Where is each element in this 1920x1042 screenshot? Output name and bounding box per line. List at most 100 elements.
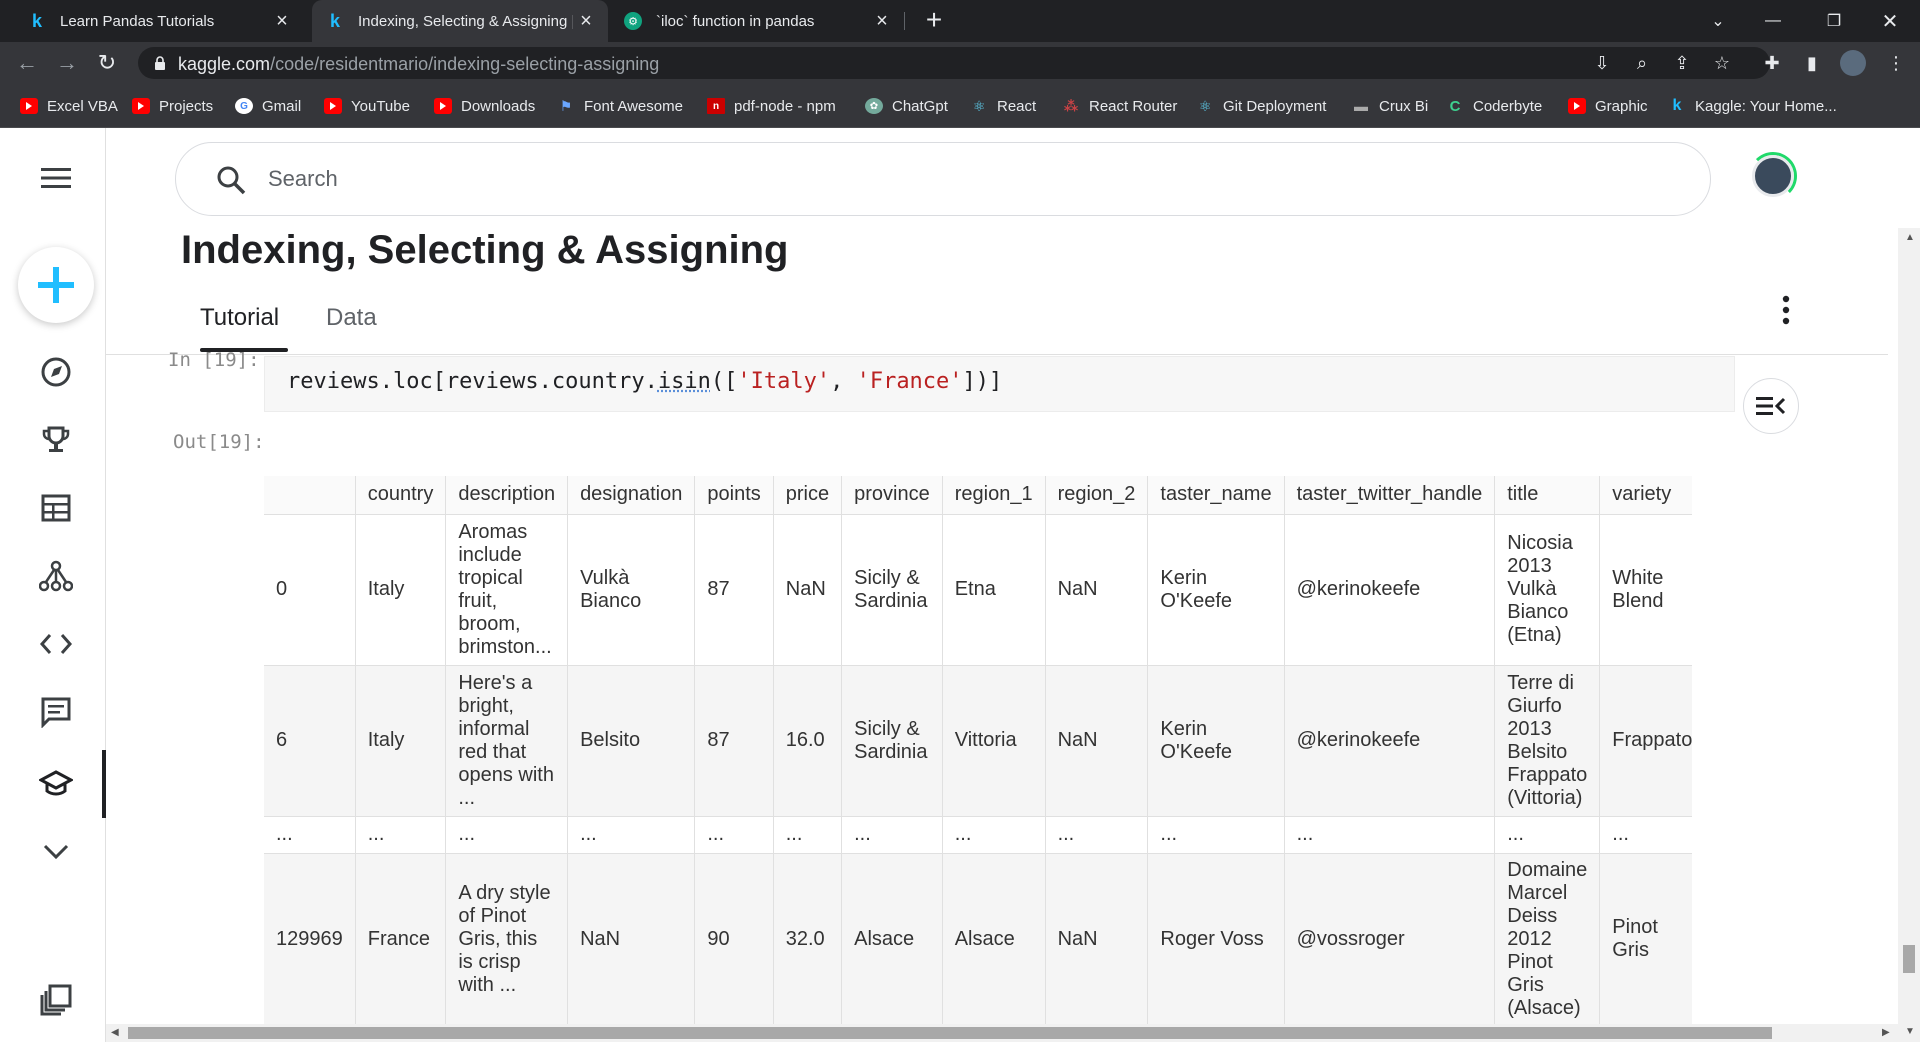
coderbyte-icon: C: [1449, 97, 1461, 115]
bookmark-youtube[interactable]: YouTube: [324, 96, 410, 116]
table-cell: Italy: [355, 514, 447, 666]
profile-avatar[interactable]: [1840, 50, 1866, 76]
reload-icon[interactable]: ↻: [94, 50, 120, 76]
bookmark-react[interactable]: ⚛ React: [970, 96, 1036, 116]
bookmark-star-icon[interactable]: ☆: [1710, 51, 1734, 75]
learn-graduation-cap-icon[interactable]: [34, 762, 78, 806]
vertical-scrollbar[interactable]: ▲ ▼: [1898, 228, 1920, 1042]
close-tab-icon[interactable]: ×: [272, 11, 292, 31]
table-cell: Aromas include tropical fruit, broom, br…: [445, 514, 569, 666]
plus-icon: [38, 267, 74, 303]
table-cell: A dry style of Pinot Gris, this is crisp…: [445, 853, 569, 1024]
models-icon[interactable]: [34, 554, 78, 598]
bookmark-crux-bi[interactable]: ▬ Crux Bi: [1352, 96, 1428, 116]
tab-data[interactable]: Data: [326, 304, 377, 332]
npm-icon: n: [707, 98, 725, 114]
minimize-icon[interactable]: —: [1745, 0, 1801, 42]
bookmark-react-router[interactable]: ⁂ React Router: [1062, 96, 1178, 116]
tab-label: Learn Pandas Tutorials: [60, 12, 215, 30]
user-avatar[interactable]: [1752, 155, 1794, 197]
bookmark-pdf-node[interactable]: n pdf-node - npm: [707, 96, 836, 116]
table-cell: 87: [694, 514, 774, 666]
new-tab-icon[interactable]: +: [921, 6, 947, 34]
trophy-icon[interactable]: [34, 418, 78, 462]
search-input[interactable]: [268, 161, 1568, 197]
bookmark-git-deployment[interactable]: ⚛ Git Deployment: [1196, 96, 1327, 116]
youtube-icon: [132, 98, 150, 114]
scroll-up-arrow-icon[interactable]: ▲: [1905, 232, 1915, 243]
kaggle-favicon-icon: k: [31, 10, 42, 31]
bookmark-kaggle[interactable]: k Kaggle: Your Home...: [1668, 96, 1837, 116]
menu-kebab-icon[interactable]: ⋮: [1884, 51, 1908, 75]
bookmark-graphic[interactable]: Graphic: [1568, 96, 1648, 116]
bookmark-excel-vba[interactable]: Excel VBA: [20, 96, 118, 116]
table-cell: @kerinokeefe: [1284, 514, 1496, 666]
scroll-left-arrow-icon[interactable]: ◀: [111, 1027, 119, 1038]
back-icon[interactable]: ←: [14, 50, 40, 76]
scroll-down-arrow-icon[interactable]: ▼: [1905, 1026, 1915, 1037]
chevron-down-icon[interactable]: [34, 830, 78, 874]
share-icon[interactable]: ⇪: [1670, 51, 1694, 75]
table-of-contents-button[interactable]: [1743, 378, 1799, 434]
chatgpt-icon: ✿: [865, 98, 883, 114]
table-cell: ...: [694, 816, 774, 854]
horizontal-scrollbar[interactable]: ◀ ▶: [106, 1024, 1898, 1042]
crux-icon: ▬: [1354, 98, 1368, 114]
close-tab-icon[interactable]: ×: [872, 11, 892, 31]
table-row: 129969 France A dry style of Pinot Gris,…: [264, 853, 1692, 1024]
bookmark-coderbyte[interactable]: C Coderbyte: [1446, 96, 1543, 116]
search-icon: [217, 166, 246, 195]
table-cell: ...: [264, 816, 356, 854]
close-tab-icon[interactable]: ×: [576, 11, 596, 31]
bookmark-downloads[interactable]: Downloads: [434, 96, 535, 116]
close-window-icon[interactable]: ✕: [1862, 0, 1918, 42]
address-bar[interactable]: kaggle.com/code/residentmario/indexing-s…: [138, 47, 1770, 79]
code-icon[interactable]: [34, 622, 78, 666]
restore-icon[interactable]: ❐: [1806, 0, 1862, 42]
column-header: designation: [567, 476, 696, 515]
dataframe-output: country description designation points p…: [264, 476, 1692, 1024]
bookmark-chatgpt[interactable]: ✿ ChatGpt: [865, 96, 948, 116]
vertical-scroll-thumb[interactable]: [1903, 945, 1915, 973]
table-cell: Vittoria: [942, 665, 1046, 817]
bookmark-gmail[interactable]: G Gmail: [235, 96, 301, 116]
discussions-icon[interactable]: [34, 690, 78, 734]
zoom-icon[interactable]: ⌕: [1630, 51, 1654, 75]
browser-tab-iloc[interactable]: ⚙ `iloc` function in pandas ×: [610, 0, 910, 42]
lock-icon: [155, 56, 165, 70]
table-cell: Pinot Gris: [1599, 853, 1692, 1024]
compass-icon[interactable]: [34, 350, 78, 394]
bookmark-font-awesome[interactable]: ⚑ Font Awesome: [557, 96, 683, 116]
hamburger-menu-icon[interactable]: [34, 156, 78, 200]
table-cell: ...: [942, 816, 1046, 854]
side-panel-icon[interactable]: ▮: [1800, 51, 1824, 75]
datasets-table-icon[interactable]: [34, 486, 78, 530]
table-cell: ...: [773, 816, 843, 854]
create-button[interactable]: [18, 247, 94, 323]
extensions-icon[interactable]: ✚: [1760, 51, 1784, 75]
table-cell: @vossroger: [1284, 853, 1496, 1024]
table-cell: 16.0: [773, 665, 843, 817]
tab-tutorial[interactable]: Tutorial: [200, 304, 279, 332]
table-cell: ...: [1147, 816, 1285, 854]
sidenav-active-indicator: [102, 750, 106, 818]
your-work-icon[interactable]: [34, 978, 78, 1022]
browser-tab-learn-pandas[interactable]: k Learn Pandas Tutorials ×: [0, 0, 310, 42]
youtube-icon: [20, 98, 38, 114]
horizontal-scroll-thumb[interactable]: [128, 1027, 1772, 1039]
tab-search-icon[interactable]: ⌄: [1690, 0, 1746, 42]
table-cell: ...: [1494, 816, 1601, 854]
install-icon[interactable]: ⇩: [1590, 51, 1614, 75]
forward-icon[interactable]: →: [54, 50, 80, 76]
url-text: kaggle.com/code/residentmario/indexing-s…: [178, 54, 660, 74]
browser-tab-indexing[interactable]: k Indexing, Selecting & Assigning | ×: [312, 0, 608, 42]
react-icon: ⚛: [972, 97, 986, 114]
header-divider: [106, 354, 1888, 355]
table-row: 0 Italy Aromas include tropical fruit, b…: [264, 514, 1692, 666]
dataframe-table: country description designation points p…: [264, 476, 1692, 1024]
code-cell[interactable]: reviews.loc[reviews.country.isin(['Italy…: [264, 356, 1735, 412]
table-cell: Frappato: [1599, 665, 1692, 817]
scroll-right-arrow-icon[interactable]: ▶: [1882, 1027, 1890, 1038]
bookmark-projects[interactable]: Projects: [132, 96, 213, 116]
more-options-kebab-icon[interactable]: [1774, 290, 1798, 330]
